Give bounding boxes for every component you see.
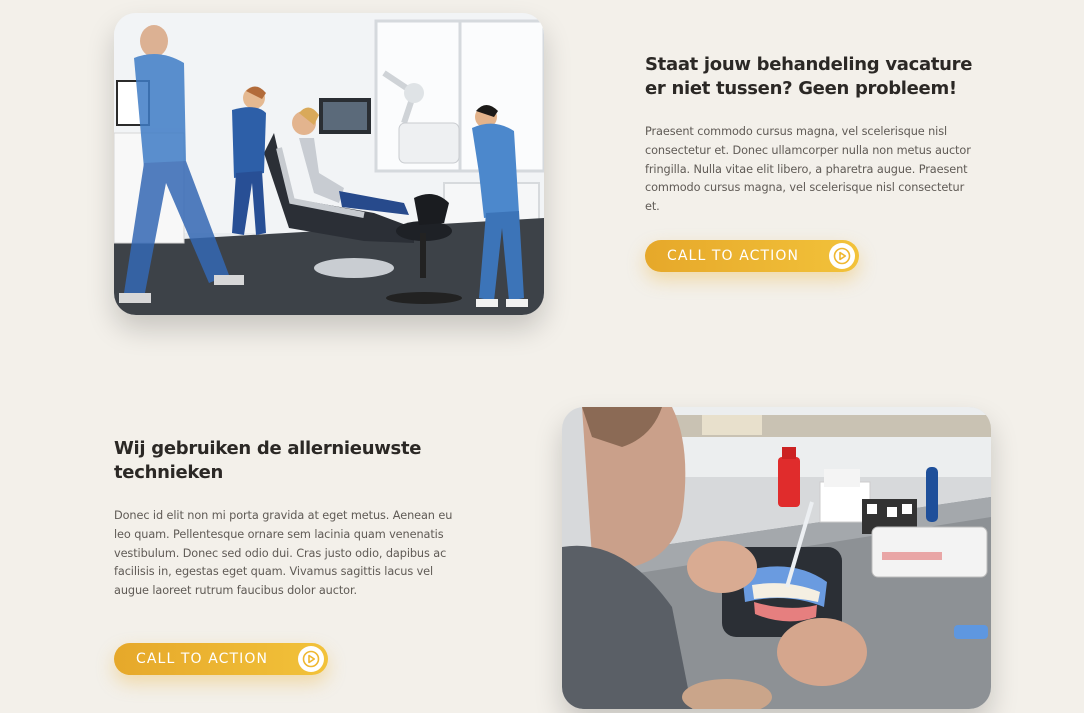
text-block-two: Wij gebruiken de allernieuwste technieke… [114, 437, 474, 601]
text-block-one: Staat jouw behandeling vacature er niet … [645, 53, 1005, 217]
dental-technician-photo [562, 407, 991, 709]
cta-label: CALL TO ACTION [667, 248, 800, 264]
dental-clinic-photo [114, 13, 544, 315]
feature-section-one: Staat jouw behandeling vacature er niet … [0, 0, 1084, 360]
section-body-text: Donec id elit non mi porta gravida at eg… [114, 509, 453, 598]
section-heading: Staat jouw behandeling vacature er niet … [645, 54, 973, 99]
call-to-action-button[interactable]: CALL TO ACTION [114, 643, 328, 675]
call-to-action-button[interactable]: CALL TO ACTION [645, 240, 859, 272]
cta-label: CALL TO ACTION [136, 651, 269, 667]
feature-section-two: Wij gebruiken de allernieuwste technieke… [0, 395, 1084, 713]
play-icon [298, 646, 324, 672]
section-body-text: Praesent commodo cursus magna, vel scele… [645, 125, 971, 214]
section-heading: Wij gebruiken de allernieuwste technieke… [114, 438, 422, 483]
play-icon [829, 243, 855, 269]
